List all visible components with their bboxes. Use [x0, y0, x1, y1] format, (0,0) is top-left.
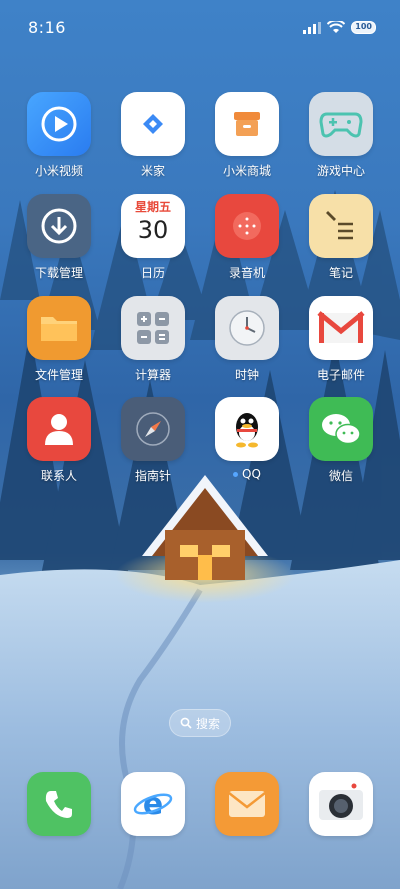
- browser-icon: e: [121, 772, 185, 836]
- app-file-manager[interactable]: 文件管理: [16, 296, 102, 383]
- app-notes[interactable]: 笔记: [298, 194, 384, 281]
- search-button[interactable]: 搜索: [169, 709, 231, 737]
- app-downloads[interactable]: 下载管理: [16, 194, 102, 281]
- app-email[interactable]: 电子邮件: [298, 296, 384, 383]
- notes-icon: [309, 194, 373, 258]
- app-label: 米家: [140, 164, 165, 178]
- mijia-icon: [121, 92, 185, 156]
- app-label: 小米商城: [222, 164, 271, 178]
- signal-icon: [303, 21, 322, 34]
- dock-phone[interactable]: [16, 772, 102, 836]
- app-label: 时钟: [234, 368, 259, 382]
- calendar-weekday: 星期五: [134, 200, 171, 214]
- app-label: 指南针: [134, 469, 171, 483]
- app-label: 日历: [140, 266, 165, 280]
- app-qq[interactable]: QQ: [204, 397, 290, 481]
- status-time: 8:16: [28, 18, 66, 37]
- dock-browser[interactable]: e: [110, 772, 196, 836]
- dock-camera[interactable]: [298, 772, 384, 836]
- calendar-icon: 星期五 30: [121, 194, 185, 258]
- search-icon: [180, 717, 192, 729]
- dock-messages[interactable]: [204, 772, 290, 836]
- app-wechat[interactable]: 微信: [298, 397, 384, 484]
- new-install-dot: [233, 472, 239, 477]
- app-label: 录音机: [228, 266, 265, 280]
- app-label: 下载管理: [34, 266, 83, 280]
- app-label: QQ: [233, 467, 261, 481]
- wifi-icon: [327, 21, 346, 33]
- clock-icon: [215, 296, 279, 360]
- calendar-day: 30: [137, 216, 169, 244]
- app-label: 联系人: [40, 469, 77, 483]
- camera-icon: [309, 772, 373, 836]
- app-mi-store[interactable]: 小米商城: [204, 92, 290, 179]
- status-bar: 8:16 100: [0, 0, 400, 56]
- store-icon: [215, 92, 279, 156]
- calculator-icon: [121, 296, 185, 360]
- app-label: 文件管理: [34, 368, 83, 382]
- app-mi-video[interactable]: 小米视频: [16, 92, 102, 179]
- battery-indicator: 100: [351, 21, 376, 34]
- app-label: 小米视频: [34, 164, 83, 178]
- phone-icon: [27, 772, 91, 836]
- app-label: 电子邮件: [316, 368, 365, 382]
- wechat-icon: [309, 397, 373, 461]
- app-recorder[interactable]: 录音机: [204, 194, 290, 281]
- video-icon: [27, 92, 91, 156]
- contacts-icon: [27, 397, 91, 461]
- app-label-text: QQ: [242, 467, 261, 481]
- app-contacts[interactable]: 联系人: [16, 397, 102, 484]
- app-calculator[interactable]: 计算器: [110, 296, 196, 383]
- search-label: 搜索: [195, 716, 220, 731]
- app-game-center[interactable]: 游戏中心: [298, 92, 384, 179]
- qq-icon: [215, 397, 279, 461]
- app-calendar[interactable]: 星期五 30 日历: [110, 194, 196, 281]
- gamepad-icon: [309, 92, 373, 156]
- download-icon: [27, 194, 91, 258]
- app-label: 计算器: [134, 368, 171, 382]
- app-label: 笔记: [328, 266, 353, 280]
- compass-icon: [121, 397, 185, 461]
- email-icon: [309, 296, 373, 360]
- recorder-icon: [215, 194, 279, 258]
- app-mijia[interactable]: 米家: [110, 92, 196, 179]
- app-label: 游戏中心: [316, 164, 365, 178]
- folder-icon: [27, 296, 91, 360]
- app-label: 微信: [328, 469, 353, 483]
- messages-icon: [215, 772, 279, 836]
- status-icons: 100: [303, 21, 376, 34]
- app-compass[interactable]: 指南针: [110, 397, 196, 484]
- app-clock[interactable]: 时钟: [204, 296, 290, 383]
- svg-text:e: e: [143, 787, 163, 822]
